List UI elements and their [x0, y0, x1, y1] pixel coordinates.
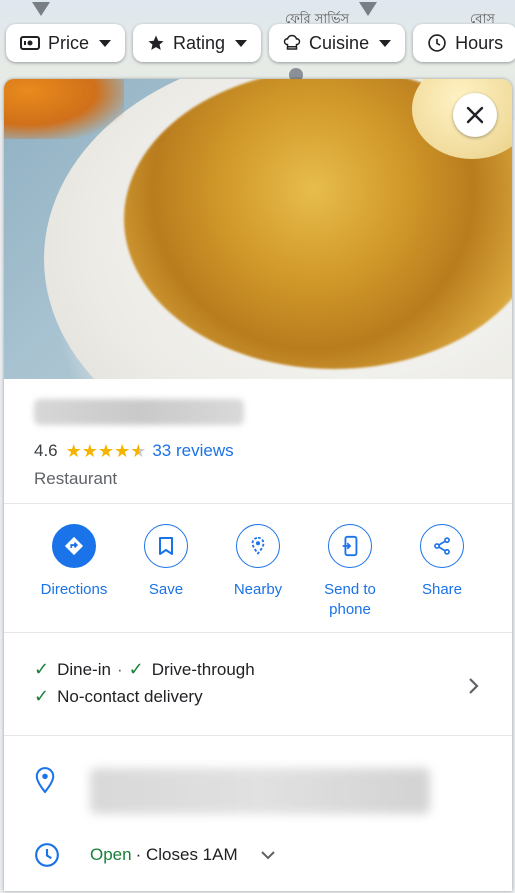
- close-button[interactable]: [453, 93, 497, 137]
- chevron-down-icon: [235, 39, 248, 47]
- chevron-down-icon[interactable]: [260, 850, 276, 860]
- filter-cuisine-chip[interactable]: Cuisine: [269, 24, 406, 62]
- filter-hours-chip[interactable]: Hours: [413, 24, 515, 62]
- star-icon: ★: [65, 441, 82, 461]
- star-icon: ★: [114, 441, 131, 461]
- address-redacted: [90, 768, 430, 814]
- separator: ·: [116, 659, 123, 679]
- service-line-2: ✓ No-contact delivery: [34, 686, 482, 707]
- check-icon: ✓: [34, 659, 50, 679]
- directions-label: Directions: [40, 581, 108, 598]
- nearby-icon: [236, 524, 280, 568]
- place-photo[interactable]: [4, 79, 512, 379]
- price-tag-icon: [20, 35, 40, 51]
- check-icon: ✓: [128, 659, 144, 679]
- filter-hours-label: Hours: [455, 32, 504, 53]
- bookmark-icon: [144, 524, 188, 568]
- send-to-phone-icon: [328, 524, 372, 568]
- open-status: Open: [90, 845, 132, 864]
- chef-hat-icon: [283, 34, 301, 52]
- place-panel: 4.6 ★ ★ ★ ★ ★ 33 reviews Restaurant Dire…: [4, 79, 512, 891]
- directions-icon: [52, 524, 96, 568]
- address-row[interactable]: [4, 736, 512, 814]
- filter-cuisine-label: Cuisine: [309, 32, 370, 53]
- half-star-icon: ★: [130, 441, 147, 461]
- filter-bar: Price Rating Cuisine Hours: [6, 24, 515, 62]
- place-category[interactable]: Restaurant: [34, 469, 482, 489]
- save-button[interactable]: Save: [126, 524, 206, 620]
- save-label: Save: [148, 581, 184, 598]
- reviews-link[interactable]: 33 reviews: [152, 441, 233, 461]
- star-icon: ★: [81, 441, 98, 461]
- chevron-right-icon[interactable]: [468, 677, 480, 700]
- hours-row[interactable]: Open · Closes 1AM: [4, 814, 512, 868]
- action-bar: Directions Save Nearby Send to phone Sha…: [4, 504, 512, 633]
- chevron-down-icon: [99, 39, 112, 47]
- no-contact-label: No-contact delivery: [57, 686, 203, 706]
- clock-icon: [34, 842, 60, 868]
- map-pin-icon[interactable]: [359, 2, 377, 16]
- dine-in-label: Dine-in: [57, 659, 111, 679]
- rating-value: 4.6: [34, 441, 58, 460]
- service-options[interactable]: ✓ Dine-in · ✓ Drive-through ✓ No-contact…: [4, 633, 512, 736]
- closing-time: · Closes 1AM: [135, 845, 238, 864]
- filter-price-chip[interactable]: Price: [6, 24, 126, 62]
- directions-button[interactable]: Directions: [34, 524, 114, 620]
- photo-side-dish: [4, 79, 124, 139]
- send-to-phone-label: Send to phone: [324, 581, 376, 618]
- close-icon: [466, 106, 484, 124]
- star-icon: ★: [97, 441, 115, 461]
- share-icon: [420, 524, 464, 568]
- filter-rating-label: Rating: [173, 32, 226, 53]
- clock-icon: [427, 33, 447, 53]
- filter-rating-chip[interactable]: Rating: [133, 24, 262, 62]
- filter-price-label: Price: [48, 32, 90, 53]
- place-info: 4.6 ★ ★ ★ ★ ★ 33 reviews Restaurant: [4, 379, 512, 504]
- service-line-1: ✓ Dine-in · ✓ Drive-through: [34, 659, 482, 680]
- rating-stars: ★ ★ ★ ★ ★: [66, 442, 147, 460]
- share-button[interactable]: Share: [402, 524, 482, 620]
- send-to-phone-button[interactable]: Send to phone: [310, 524, 390, 620]
- place-name-redacted: [34, 399, 244, 425]
- nearby-label: Nearby: [233, 581, 283, 598]
- nearby-button[interactable]: Nearby: [218, 524, 298, 620]
- share-label: Share: [421, 581, 463, 598]
- location-pin-icon: [34, 766, 60, 814]
- rating-row: 4.6 ★ ★ ★ ★ ★ 33 reviews: [34, 441, 482, 461]
- map-pin-icon[interactable]: [32, 2, 50, 16]
- chevron-down-icon: [379, 39, 392, 47]
- star-icon: [147, 34, 165, 52]
- check-icon: ✓: [34, 686, 50, 706]
- drive-through-label: Drive-through: [151, 659, 255, 679]
